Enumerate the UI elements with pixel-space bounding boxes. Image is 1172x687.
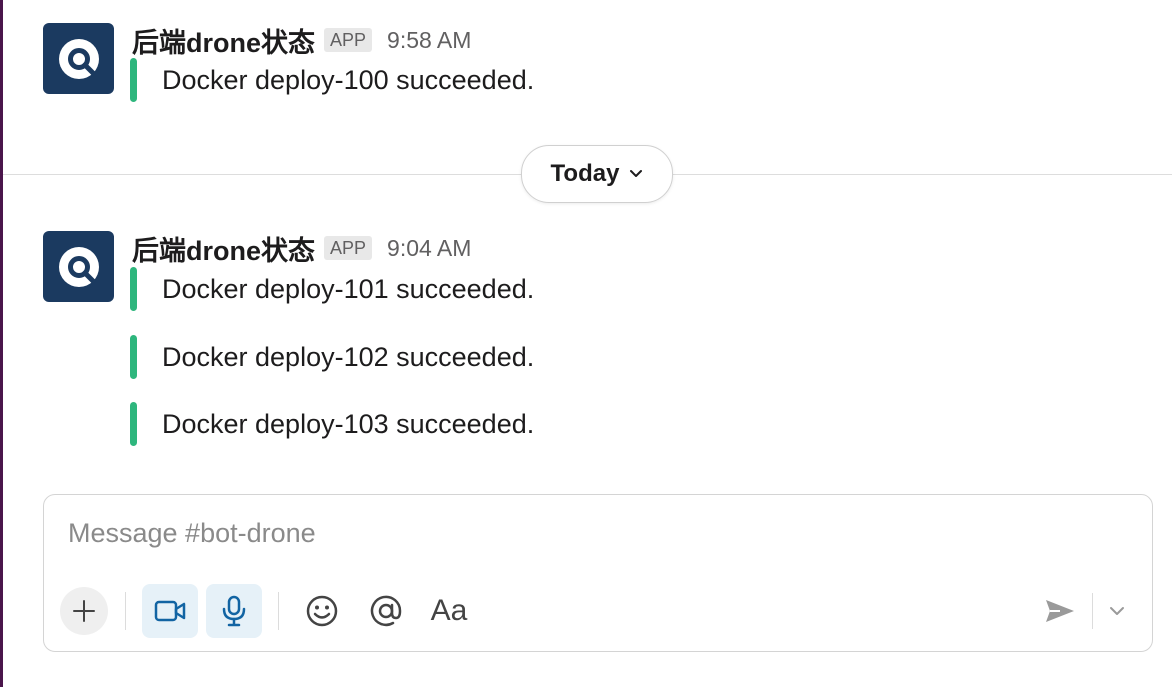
sender-name[interactable]: 后端drone状态 xyxy=(132,229,315,268)
message-input[interactable] xyxy=(68,511,1068,555)
attachment-color-bar xyxy=(130,402,137,446)
mention-button[interactable] xyxy=(364,587,408,635)
microphone-icon xyxy=(222,595,246,627)
video-icon xyxy=(154,600,186,622)
bot-avatar[interactable] xyxy=(43,231,114,302)
chevron-down-icon xyxy=(1110,607,1124,615)
record-audio-button[interactable] xyxy=(206,584,262,638)
attachment-color-bar xyxy=(130,58,137,102)
emoji-icon xyxy=(306,595,338,627)
drone-logo-icon xyxy=(58,246,99,287)
attachment-text: Docker deploy-100 succeeded. xyxy=(162,64,535,95)
send-button[interactable] xyxy=(1040,587,1080,635)
attachment-color-bar xyxy=(130,335,137,379)
emoji-button[interactable] xyxy=(300,587,344,635)
add-attachment-button[interactable] xyxy=(60,587,108,635)
timestamp[interactable]: 9:04 AM xyxy=(387,235,471,262)
send-icon xyxy=(1046,600,1074,622)
record-video-button[interactable] xyxy=(142,584,198,638)
mention-icon xyxy=(370,595,402,627)
message-composer: Aa xyxy=(43,494,1153,652)
attachment: Docker deploy-100 succeeded. xyxy=(130,58,534,102)
plus-icon xyxy=(73,600,95,622)
formatting-button[interactable]: Aa xyxy=(426,587,472,635)
day-divider-label: Today xyxy=(550,160,620,187)
app-badge: APP xyxy=(324,28,373,52)
attachment-text: Docker deploy-101 succeeded. xyxy=(162,273,535,304)
chevron-down-icon xyxy=(629,169,643,179)
toolbar-separator xyxy=(1092,593,1093,629)
bot-avatar[interactable] xyxy=(43,23,114,94)
attachment-text: Docker deploy-103 succeeded. xyxy=(162,408,535,439)
toolbar-separator xyxy=(278,592,279,630)
attachment-color-bar xyxy=(130,267,137,311)
app-badge: APP xyxy=(324,236,373,260)
attachment: Docker deploy-102 succeeded. xyxy=(130,335,534,379)
attachment: Docker deploy-101 succeeded. xyxy=(130,267,534,311)
attachment-text: Docker deploy-102 succeeded. xyxy=(162,341,535,372)
sender-name[interactable]: 后端drone状态 xyxy=(132,21,315,60)
day-divider-button[interactable]: Today xyxy=(521,145,673,203)
message-header: 后端drone状态 APP 9:04 AM xyxy=(132,229,471,268)
drone-logo-icon xyxy=(58,38,99,79)
send-options-button[interactable] xyxy=(1102,587,1132,635)
attachment: Docker deploy-103 succeeded. xyxy=(130,402,534,446)
message-header: 后端drone状态 APP 9:58 AM xyxy=(132,21,471,60)
toolbar-separator xyxy=(125,592,126,630)
timestamp[interactable]: 9:58 AM xyxy=(387,27,471,54)
format-label: Aa xyxy=(430,594,468,627)
sidebar-edge xyxy=(0,0,3,687)
